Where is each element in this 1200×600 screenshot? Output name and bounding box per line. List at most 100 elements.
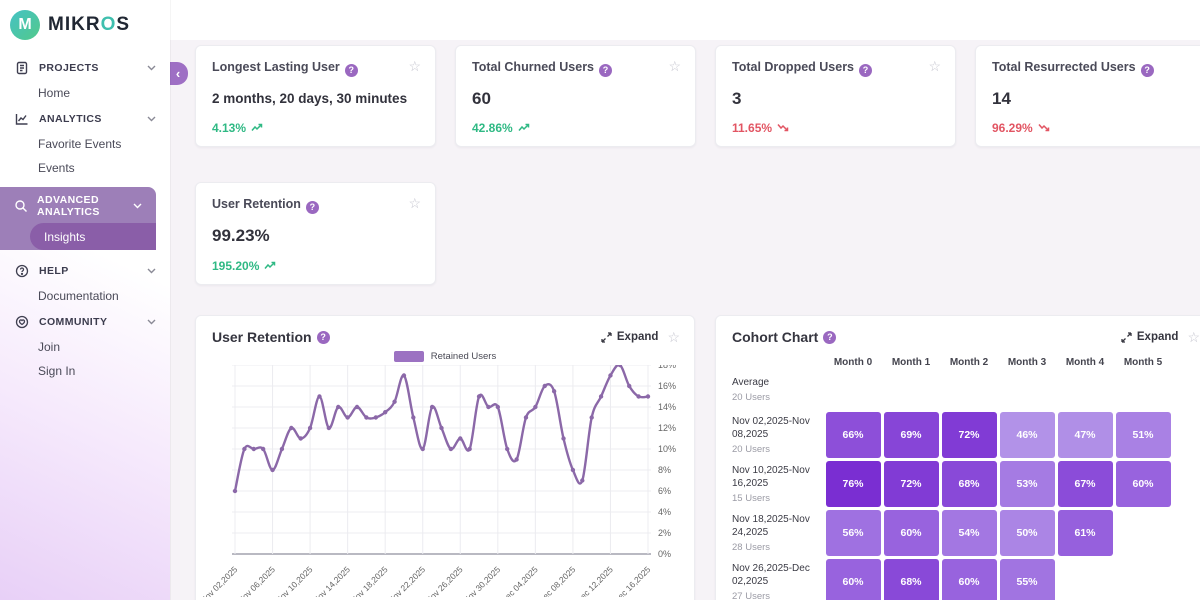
sidebar-active-section: ADVANCED ANALYTICS Insights: [0, 187, 156, 250]
cohort-column-header: Month 3: [1000, 357, 1055, 368]
sidebar-section-projects[interactable]: PROJECTS: [0, 54, 170, 81]
cohort-row-label: Nov 10,2025-Nov 16,202515 Users: [732, 464, 824, 504]
card-value: 2 months, 20 days, 30 minutes: [212, 91, 421, 106]
svg-text:Nov 18,2025: Nov 18,2025: [348, 564, 389, 597]
svg-text:Dec 16,2025: Dec 16,2025: [611, 564, 652, 597]
svg-text:6%: 6%: [658, 486, 671, 496]
chevron-down-icon: [133, 203, 142, 209]
chevron-down-icon: [147, 319, 156, 325]
card-title: Total Churned Users: [472, 59, 612, 77]
brand-name: MIKROS: [48, 14, 130, 36]
card-change-text: 96.29%: [992, 121, 1033, 135]
card-title: Total Resurrected Users: [992, 59, 1154, 77]
svg-text:18%: 18%: [658, 365, 676, 370]
user-retention-panel: User Retention Expand Retained Users 0%2…: [195, 315, 695, 600]
card-title-text: User Retention: [212, 197, 301, 211]
card-title-text: Longest Lasting User: [212, 60, 340, 74]
cohort-row: Nov 10,2025-Nov 16,202515 Users76%72%68%…: [732, 459, 1200, 508]
brand-accent: O: [101, 14, 117, 35]
favorite-star-icon[interactable]: [408, 196, 421, 210]
favorite-star-icon[interactable]: [928, 59, 941, 73]
svg-text:Nov 06,2025: Nov 06,2025: [236, 564, 277, 597]
cohort-cell: 60%: [884, 510, 939, 556]
cohort-cell: 46%: [1000, 412, 1055, 458]
sidebar-section-community[interactable]: COMMUNITY: [0, 308, 170, 335]
expand-icon: [1121, 332, 1132, 343]
cohort-cell: 68%: [942, 461, 997, 507]
help-icon[interactable]: [1141, 64, 1154, 77]
expand-button[interactable]: Expand: [1121, 331, 1179, 343]
top-bar: [0, 0, 1200, 40]
cohort-row-label: Nov 26,2025-Dec 02,202527 Users: [732, 562, 824, 600]
svg-text:4%: 4%: [658, 507, 671, 517]
brand-part2: S: [116, 14, 130, 35]
sidebar-item-documentation[interactable]: Documentation: [0, 284, 170, 308]
sidebar: M MIKROS PROJECTS Home ANALYTICS Favorit…: [0, 0, 170, 600]
help-icon[interactable]: [599, 64, 612, 77]
cohort-chart-panel: Cohort Chart Expand Month 0Month 1Month …: [715, 315, 1200, 600]
favorite-star-icon[interactable]: [408, 59, 421, 73]
sidebar-item-insights[interactable]: Insights: [30, 223, 156, 250]
cohort-row-dates: Average: [732, 376, 820, 390]
cohort-row: Nov 18,2025-Nov 24,202528 Users56%60%54%…: [732, 508, 1200, 557]
favorite-star-icon[interactable]: [667, 330, 680, 344]
sidebar-section-help[interactable]: HELP: [0, 257, 170, 284]
favorite-star-icon[interactable]: [1187, 330, 1200, 344]
cohort-cell: 60%: [942, 559, 997, 600]
help-icon[interactable]: [317, 331, 330, 344]
projects-icon: [14, 60, 30, 76]
favorite-star-icon[interactable]: [668, 59, 681, 73]
expand-button[interactable]: Expand: [601, 331, 659, 343]
cohort-cell: 69%: [884, 412, 939, 458]
cohort-cell: 55%: [1000, 559, 1055, 600]
cohort-cell: 47%: [1058, 412, 1113, 458]
cohort-rows: Average20 UsersNov 02,2025-Nov 08,202520…: [716, 368, 1200, 600]
help-icon[interactable]: [345, 64, 358, 77]
brand: M MIKROS: [0, 0, 170, 44]
advanced-analytics-icon: [14, 198, 28, 214]
cohort-cell: 67%: [1058, 461, 1113, 507]
sidebar-section-advanced-analytics[interactable]: ADVANCED ANALYTICS: [0, 192, 156, 219]
cohort-row-label: Nov 02,2025-Nov 08,202520 Users: [732, 415, 824, 455]
card-change: 11.65%: [732, 121, 941, 135]
chevron-down-icon: [147, 65, 156, 71]
sidebar-item-home[interactable]: Home: [0, 81, 170, 105]
stat-card-user-retention: User Retention 99.23% 195.20%: [195, 182, 436, 285]
svg-text:Nov 14,2025: Nov 14,2025: [311, 564, 352, 597]
cohort-row-users: 27 Users: [732, 591, 820, 600]
sidebar-section-label: PROJECTS: [39, 62, 99, 74]
sidebar-item-events[interactable]: Events: [0, 156, 170, 180]
sidebar-item-join[interactable]: Join: [0, 335, 170, 359]
cohort-column-header: Month 4: [1058, 357, 1113, 368]
cohort-cell: 61%: [1058, 510, 1113, 556]
stat-cards-row-2: User Retention 99.23% 195.20%: [195, 182, 436, 285]
card-change-text: 195.20%: [212, 259, 259, 273]
stat-card-total-resurrected-users: Total Resurrected Users 14 96.29%: [975, 45, 1200, 147]
cohort-column-header: Month 5: [1116, 357, 1171, 368]
sidebar-section-analytics[interactable]: ANALYTICS: [0, 105, 170, 132]
cohort-cell: 53%: [1000, 461, 1055, 507]
help-icon[interactable]: [859, 64, 872, 77]
chart-legend: Retained Users: [196, 350, 694, 363]
sidebar-collapse-button[interactable]: [170, 62, 188, 85]
cohort-cell: 72%: [884, 461, 939, 507]
card-title-text: Total Resurrected Users: [992, 60, 1136, 74]
sidebar-item-favorite-events[interactable]: Favorite Events: [0, 132, 170, 156]
cohort-row: Nov 02,2025-Nov 08,202520 Users66%69%72%…: [732, 410, 1200, 459]
card-title-text: Total Churned Users: [472, 60, 594, 74]
cohort-row-label: Nov 18,2025-Nov 24,2025 28 Users: [732, 513, 824, 553]
sidebar-item-sign-in[interactable]: Sign In: [0, 359, 170, 383]
help-icon[interactable]: [823, 331, 836, 344]
svg-text:Nov 26,2025: Nov 26,2025: [424, 564, 465, 597]
cohort-row-dates: Nov 18,2025-Nov 24,2025: [732, 513, 820, 540]
card-title: Longest Lasting User: [212, 59, 358, 77]
svg-text:16%: 16%: [658, 381, 676, 391]
card-change: 195.20%: [212, 259, 421, 273]
panel-title: User Retention: [212, 329, 312, 345]
svg-text:10%: 10%: [658, 444, 676, 454]
svg-text:8%: 8%: [658, 465, 671, 475]
cohort-row-users: 28 Users: [732, 542, 820, 553]
help-icon[interactable]: [306, 201, 319, 214]
trend-down-icon: [777, 123, 790, 132]
svg-text:14%: 14%: [658, 402, 676, 412]
